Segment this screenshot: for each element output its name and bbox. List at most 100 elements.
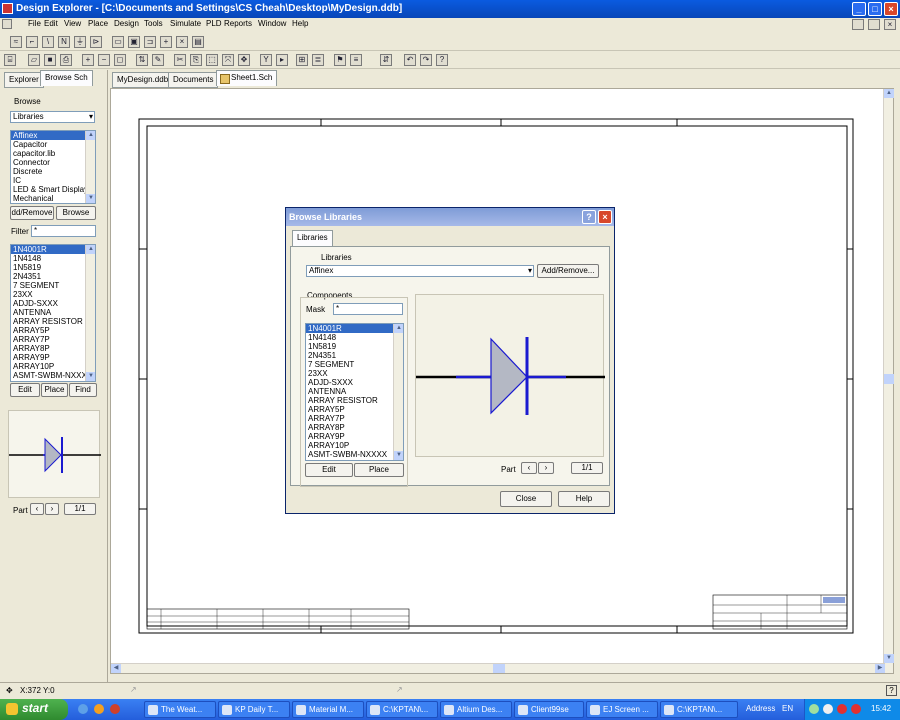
list-item[interactable]: ARRAY RESISTOR (11, 317, 95, 326)
scroll-up-icon[interactable]: ▲ (394, 324, 403, 333)
chevron-down-icon[interactable]: ▾ (89, 112, 93, 122)
bus-entry-icon[interactable]: \ (42, 36, 54, 48)
dialog-list-scrollbar[interactable]: ▲ ▼ (393, 324, 403, 460)
save-icon[interactable]: ■ (44, 54, 56, 66)
tray-icon[interactable] (851, 704, 861, 714)
wiring-tools-icon[interactable]: Y (260, 54, 272, 66)
list-item[interactable]: ASMT-SWBM-NXXXX (306, 450, 403, 459)
open-icon[interactable]: ▱ (28, 54, 40, 66)
print-icon[interactable]: ⎙ (60, 54, 72, 66)
taskbar-item[interactable]: C:\KPTAN\... (366, 701, 438, 718)
dialog-help-icon[interactable]: ? (582, 210, 596, 224)
list-item[interactable]: Capacitor (11, 140, 95, 149)
redo-icon[interactable]: ↷ (420, 54, 432, 66)
taskbar-item[interactable]: EJ Screen ... (586, 701, 658, 718)
scroll-up-icon[interactable]: ▲ (86, 245, 95, 254)
part-next-button[interactable]: › (45, 503, 59, 515)
canvas-horizontal-scrollbar[interactable]: ◀ ▶ (111, 663, 885, 673)
zoom-out-icon[interactable]: − (98, 54, 110, 66)
list-item[interactable]: IC (11, 176, 95, 185)
menu-view[interactable]: View (64, 19, 81, 28)
list-item[interactable]: 2N4351 (306, 351, 403, 360)
list-item[interactable]: 1N4001R (306, 324, 403, 333)
doc-icon[interactable] (2, 19, 12, 29)
help-icon[interactable]: ? (886, 685, 897, 696)
doc-close-button[interactable]: × (884, 19, 896, 30)
menu-help[interactable]: Help (292, 19, 308, 28)
part-icon[interactable]: ▭ (112, 36, 124, 48)
library-list[interactable]: Affinex Capacitor capacitor.lib Connecto… (10, 130, 96, 204)
component-list-scrollbar[interactable]: ▲ ▼ (85, 245, 95, 381)
move-icon[interactable]: ✥ (238, 54, 250, 66)
dialog-help-button[interactable]: Help (558, 491, 610, 507)
quicklaunch-firefox-icon[interactable] (94, 704, 104, 714)
dialog-close-button[interactable]: Close (500, 491, 552, 507)
list-item[interactable]: 7 SEGMENT (306, 360, 403, 369)
tab-mydesign-ddb[interactable]: MyDesign.ddb (112, 72, 174, 88)
list-item[interactable]: 1N5819 (11, 263, 95, 272)
zoom-fit-icon[interactable]: ◻ (114, 54, 126, 66)
list-item[interactable]: ARRAY8P (11, 344, 95, 353)
pcb-layout-icon[interactable]: ▤ (192, 36, 204, 48)
taskbar-item[interactable]: Material M... (292, 701, 364, 718)
menu-place[interactable]: Place (88, 19, 108, 28)
list-item[interactable]: ARRAY10P (11, 362, 95, 371)
close-button[interactable]: × (884, 2, 898, 16)
list-item[interactable]: ARRAY9P (306, 432, 403, 441)
scroll-thumb[interactable] (493, 664, 505, 673)
library-browse-icon[interactable]: ≡ (350, 54, 362, 66)
scroll-up-icon[interactable]: ▲ (86, 131, 95, 140)
add-remove-library-button[interactable]: dd/Remove (10, 206, 54, 220)
tab-explorer[interactable]: Explorer (4, 72, 44, 88)
maximize-button[interactable]: □ (868, 2, 882, 16)
list-item[interactable]: ARRAY RESISTOR (306, 396, 403, 405)
list-item[interactable]: ARRAY7P (306, 414, 403, 423)
library-list-scrollbar[interactable]: ▲ ▼ (85, 131, 95, 203)
edit-component-button[interactable]: Edit (10, 383, 40, 397)
taskbar-item[interactable]: The Weat... (144, 701, 216, 718)
taskbar-item[interactable]: Altium Des... (440, 701, 512, 718)
list-item[interactable]: ADJD-SXXX (11, 299, 95, 308)
list-item[interactable]: ARRAY5P (306, 405, 403, 414)
scroll-down-icon[interactable]: ▼ (394, 451, 403, 460)
window-title-bar[interactable]: Design Explorer - [C:\Documents and Sett… (0, 0, 900, 18)
paste-icon[interactable]: ⎘ (190, 54, 202, 66)
menu-tools[interactable]: Tools (144, 19, 163, 28)
scroll-down-icon[interactable]: ▼ (86, 372, 95, 381)
list-item[interactable]: capacitor.lib (11, 149, 95, 158)
select-icon[interactable]: ⬚ (206, 54, 218, 66)
minimize-button[interactable]: _ (852, 2, 866, 16)
undo-icon[interactable]: ↶ (404, 54, 416, 66)
no-erc-icon[interactable]: × (176, 36, 188, 48)
list-item[interactable]: ANTENNA (11, 308, 95, 317)
scroll-right-icon[interactable]: ▶ (875, 664, 885, 673)
help-icon[interactable]: ? (436, 54, 448, 66)
library-select[interactable]: Affinex ▾ (306, 265, 534, 277)
dialog-place-button[interactable]: Place (354, 463, 404, 477)
design-manager-icon[interactable]: ⌸ (4, 54, 16, 66)
taskbar-item[interactable]: Client99se (514, 701, 584, 718)
list-item[interactable]: 23XX (306, 369, 403, 378)
part-prev-button[interactable]: ‹ (30, 503, 44, 515)
find-component-button[interactable]: Find (69, 383, 97, 397)
list-item[interactable]: Affinex (11, 131, 95, 140)
add-remove-button[interactable]: Add/Remove... (537, 264, 599, 278)
zoom-in-icon[interactable]: + (82, 54, 94, 66)
list-item[interactable]: 1N4001R (11, 245, 95, 254)
tab-documents[interactable]: Documents (168, 72, 219, 88)
hierarchy-icon[interactable]: ⇅ (136, 54, 148, 66)
taskbar-item[interactable]: C:\KPTAN\... (660, 701, 738, 718)
tab-libraries[interactable]: Libraries (292, 230, 333, 246)
simulate-icon[interactable]: ≣ (312, 54, 324, 66)
deselect-icon[interactable]: ⤧ (222, 54, 234, 66)
component-list[interactable]: 1N4001R 1N4148 1N5819 2N4351 7 SEGMENT 2… (10, 244, 96, 382)
list-item[interactable]: ARRAY5P (11, 326, 95, 335)
place-component-button[interactable]: Place (41, 383, 68, 397)
menu-simulate[interactable]: Simulate (170, 19, 201, 28)
taskbar-item[interactable]: KP Daily T... (218, 701, 290, 718)
list-item[interactable]: 2N4351 (11, 272, 95, 281)
address-label[interactable]: Address (746, 704, 775, 713)
app-icon[interactable] (2, 3, 13, 14)
browse-button[interactable]: Browse (56, 206, 96, 220)
language-indicator[interactable]: EN (782, 704, 793, 713)
